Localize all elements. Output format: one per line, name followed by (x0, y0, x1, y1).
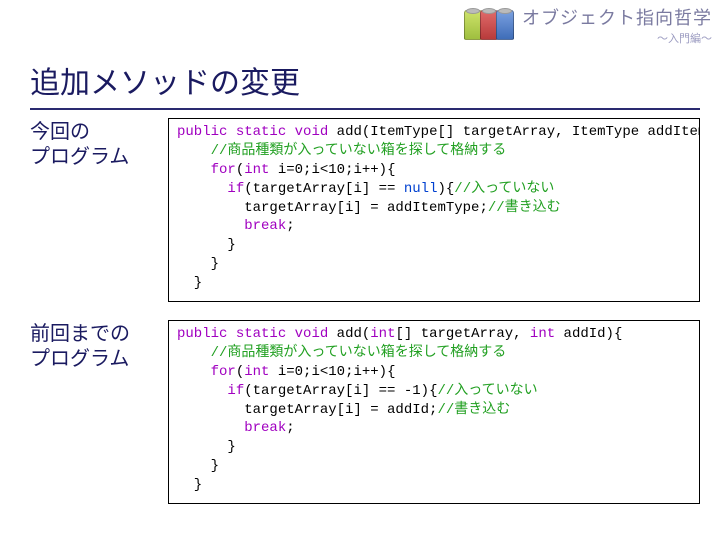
code-box-current: public static void add(ItemType[] target… (168, 118, 700, 302)
code-box-previous: public static void add(int[] targetArray… (168, 320, 700, 504)
slide-header: オブジェクト指向哲学 ～入門編～ (464, 4, 712, 46)
slide-title: 追加メソッドの変更 (30, 58, 700, 110)
block-label-current: 今回のプログラム (30, 118, 162, 170)
header-title: オブジェクト指向哲学 (522, 4, 712, 30)
block-label-previous: 前回までのプログラム (30, 320, 162, 372)
code-block-previous: 前回までのプログラム public static void add(int[] … (30, 320, 700, 504)
code-block-current: 今回のプログラム public static void add(ItemType… (30, 118, 700, 302)
header-text-block: オブジェクト指向哲学 ～入門編～ (522, 4, 712, 46)
can-icon (496, 10, 514, 40)
header-subtitle: ～入門編～ (522, 30, 712, 46)
cans-illustration (464, 10, 514, 40)
